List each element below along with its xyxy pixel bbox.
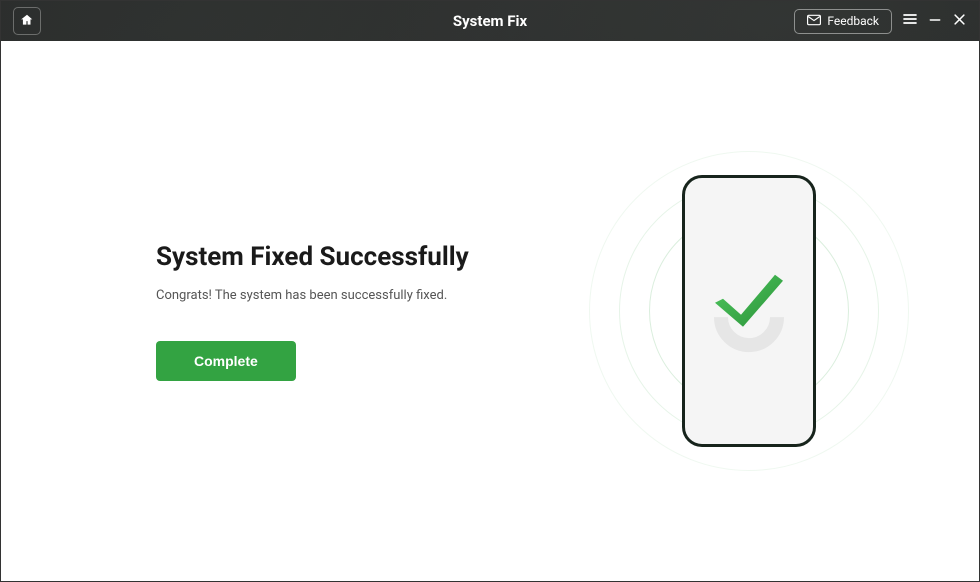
complete-button[interactable]: Complete (156, 341, 296, 381)
close-button[interactable] (952, 12, 967, 31)
titlebar-left (13, 7, 41, 35)
window-title: System Fix (453, 12, 527, 30)
minimize-button[interactable] (928, 12, 942, 31)
success-heading: System Fixed Successfully (156, 242, 556, 272)
phone-graphic (682, 175, 816, 447)
success-illustration (594, 156, 904, 466)
mail-icon (807, 14, 821, 29)
titlebar: System Fix Feedback (1, 1, 979, 41)
menu-icon (902, 11, 918, 31)
minimize-icon (928, 12, 942, 31)
home-icon (20, 12, 34, 31)
phone-screen (685, 178, 813, 444)
success-subtitle: Congrats! The system has been successful… (156, 288, 556, 303)
menu-button[interactable] (902, 11, 918, 31)
checkmark-icon (715, 268, 783, 330)
feedback-button[interactable]: Feedback (794, 9, 892, 34)
feedback-label: Feedback (827, 14, 879, 28)
home-button[interactable] (13, 7, 41, 35)
app-window: System Fix Feedback (0, 0, 980, 582)
close-icon (952, 12, 967, 31)
main-content: System Fixed Successfully Congrats! The … (1, 41, 979, 581)
text-section: System Fixed Successfully Congrats! The … (156, 242, 556, 381)
titlebar-right: Feedback (794, 9, 967, 34)
